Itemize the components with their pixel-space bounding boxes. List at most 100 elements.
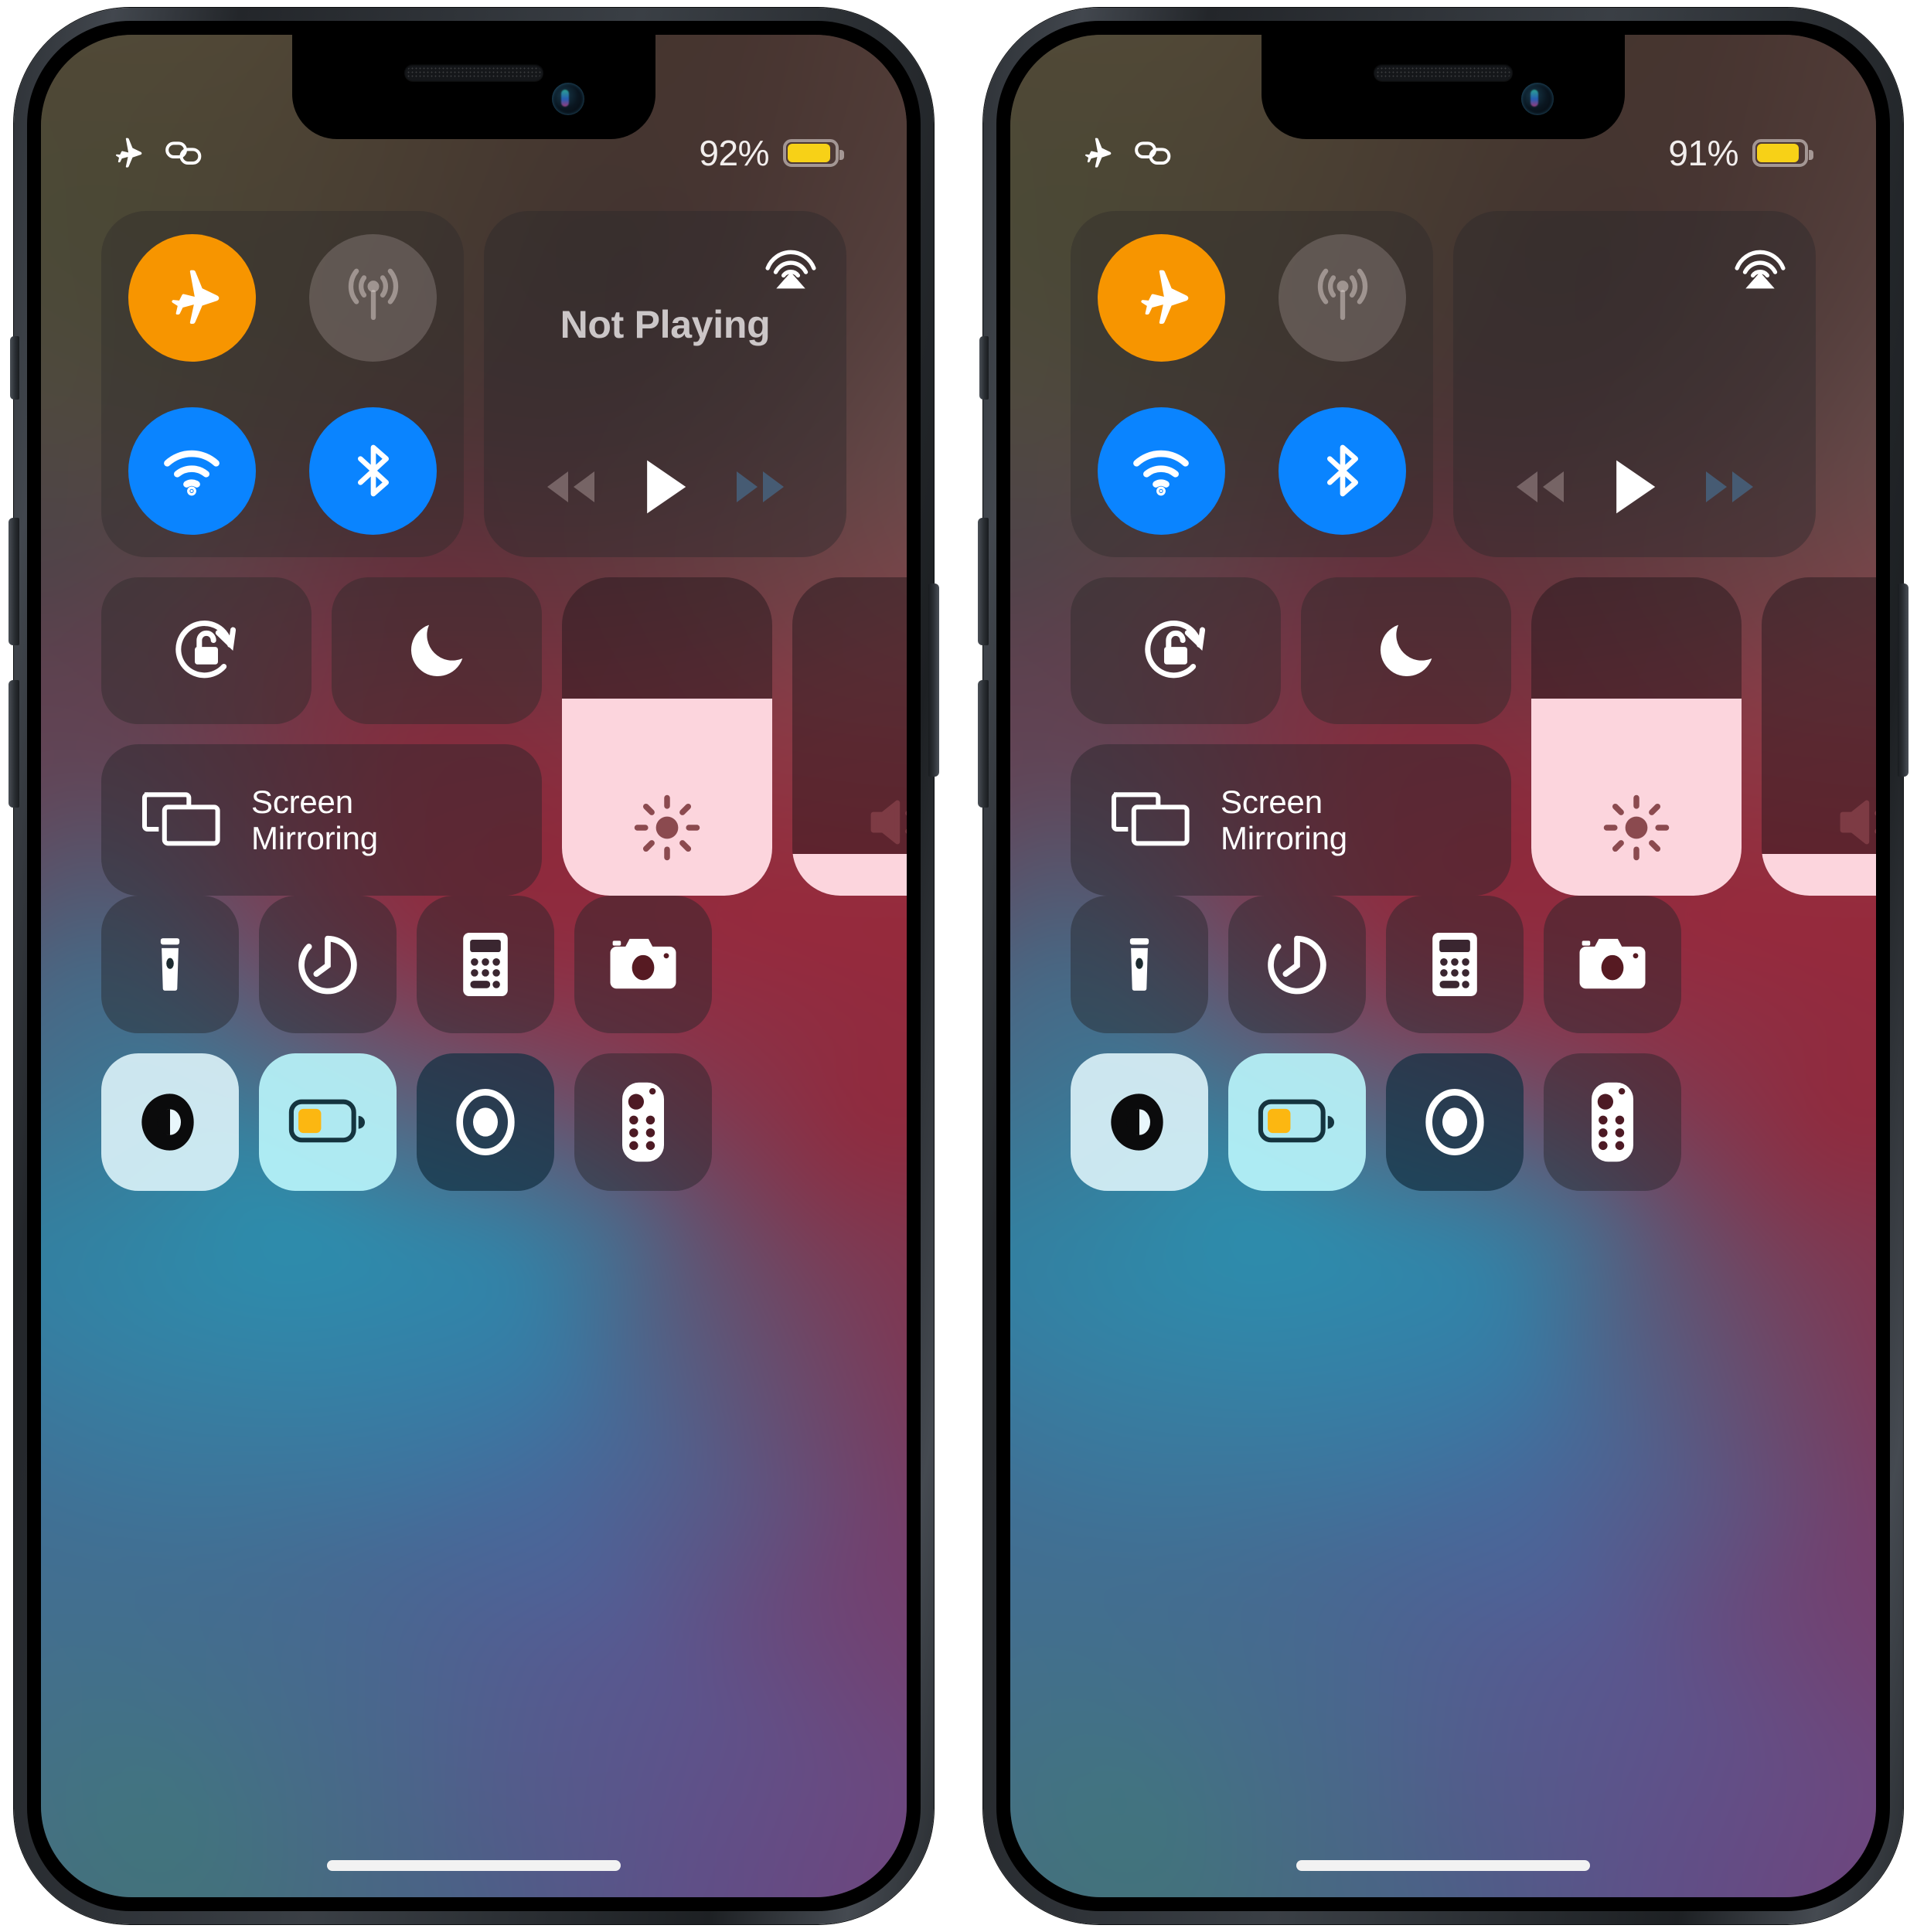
connectivity-module	[101, 211, 464, 557]
screen-mirroring-icon	[1108, 787, 1193, 853]
battery-fill	[1757, 144, 1799, 162]
side-power-button[interactable]	[928, 583, 939, 777]
control-center: Screen Mirroring	[1010, 211, 1876, 1211]
volume-slider-fill	[1762, 854, 1876, 896]
volume-down-button[interactable]	[9, 680, 19, 808]
airplay-audio-icon[interactable]	[761, 236, 820, 294]
transport-controls	[1453, 457, 1816, 517]
cc-row-controls-sliders: Screen Mirroring	[101, 577, 846, 896]
cellular-data-toggle[interactable]	[309, 234, 437, 362]
personal-hotspot-link-icon	[165, 135, 203, 171]
battery-percent-label: 91%	[1668, 132, 1738, 174]
screenshot-stage: 92% Not Playing Screen Mirroring 91% Scr…	[0, 0, 1917, 1932]
control-center: Not Playing Screen Mirroring	[41, 211, 907, 1211]
screen-mirroring-button[interactable]: Screen Mirroring	[1071, 744, 1511, 896]
timer-button[interactable]	[1228, 896, 1366, 1033]
timer-button[interactable]	[259, 896, 397, 1033]
notch	[292, 35, 655, 139]
status-bar-right: 91%	[1668, 132, 1808, 174]
connectivity-module	[1071, 211, 1433, 557]
volume-slider[interactable]	[1762, 577, 1876, 896]
screen-recording-button[interactable]	[1386, 1053, 1524, 1191]
dark-mode-button[interactable]	[1071, 1053, 1208, 1191]
bluetooth-toggle[interactable]	[309, 407, 437, 535]
cc-row-shortcuts	[1071, 1053, 1816, 1191]
rotation-lock-toggle[interactable]	[101, 577, 312, 724]
volume-up-button[interactable]	[9, 518, 19, 645]
battery-icon	[783, 139, 839, 167]
cc-row-shortcuts	[101, 1053, 846, 1191]
camera-button[interactable]	[1544, 896, 1681, 1033]
status-bar-left	[109, 135, 203, 171]
brightness-slider[interactable]	[1531, 577, 1742, 896]
slider-group	[1531, 577, 1876, 896]
phone-left: 92% Not Playing Screen Mirroring	[14, 8, 934, 1924]
phone-right: 91% Screen Mirroring	[983, 8, 1903, 1924]
rewind-icon[interactable]	[1511, 466, 1567, 508]
airplane-mode-toggle[interactable]	[1098, 234, 1225, 362]
battery-percent-label: 92%	[699, 132, 769, 174]
earpiece-speaker-icon	[1374, 64, 1513, 81]
personal-hotspot-link-icon	[1134, 135, 1173, 171]
calculator-button[interactable]	[1386, 896, 1524, 1033]
volume-slider[interactable]	[792, 577, 907, 896]
calculator-button[interactable]	[417, 896, 554, 1033]
volume-slider-fill	[792, 854, 907, 896]
camera-button[interactable]	[574, 896, 712, 1033]
low-power-mode-button[interactable]	[259, 1053, 397, 1191]
battery-fill	[788, 144, 830, 162]
low-power-mode-button[interactable]	[1228, 1053, 1366, 1191]
screen-mirroring-icon	[138, 787, 223, 853]
transport-controls	[484, 457, 846, 517]
cc-row-utilities	[1071, 896, 1816, 1033]
rotation-lock-toggle[interactable]	[1071, 577, 1281, 724]
rewind-icon[interactable]	[542, 466, 598, 508]
now-playing-module[interactable]: Not Playing	[484, 211, 846, 557]
left-control-stack: Screen Mirroring	[101, 577, 542, 896]
status-bar-right: 92%	[699, 132, 839, 174]
play-icon[interactable]	[1611, 457, 1659, 517]
wifi-toggle[interactable]	[1098, 407, 1225, 535]
mute-switch[interactable]	[10, 336, 19, 400]
play-icon[interactable]	[642, 457, 690, 517]
do-not-disturb-toggle[interactable]	[332, 577, 542, 724]
home-indicator[interactable]	[327, 1860, 621, 1871]
volume-down-button[interactable]	[978, 680, 989, 808]
phone-bezel: 91% Screen Mirroring	[996, 21, 1890, 1911]
battery-icon	[1752, 139, 1808, 167]
apple-tv-remote-button[interactable]	[1544, 1053, 1681, 1191]
brightness-slider[interactable]	[562, 577, 772, 896]
lock-dnd-row	[101, 577, 542, 724]
cellular-data-toggle[interactable]	[1279, 234, 1406, 362]
apple-tv-remote-button[interactable]	[574, 1053, 712, 1191]
side-power-button[interactable]	[1898, 583, 1908, 777]
airplane-icon	[1078, 135, 1114, 171]
bluetooth-toggle[interactable]	[1279, 407, 1406, 535]
status-bar-left	[1078, 135, 1173, 171]
do-not-disturb-toggle[interactable]	[1301, 577, 1511, 724]
flashlight-button[interactable]	[101, 896, 239, 1033]
screen-mirroring-button[interactable]: Screen Mirroring	[101, 744, 542, 896]
lock-dnd-row	[1071, 577, 1511, 724]
wifi-toggle[interactable]	[128, 407, 256, 535]
cc-row-utilities	[101, 896, 846, 1033]
volume-up-button[interactable]	[978, 518, 989, 645]
fast-forward-icon[interactable]	[734, 466, 789, 508]
phone-screen: 92% Not Playing Screen Mirroring	[41, 35, 907, 1897]
home-indicator[interactable]	[1296, 1860, 1590, 1871]
now-playing-module[interactable]	[1453, 211, 1816, 557]
earpiece-speaker-icon	[404, 64, 543, 81]
cc-row-connectivity-media	[1071, 211, 1816, 557]
mute-switch[interactable]	[979, 336, 989, 400]
flashlight-button[interactable]	[1071, 896, 1208, 1033]
screen-recording-button[interactable]	[417, 1053, 554, 1191]
airplay-audio-icon[interactable]	[1731, 236, 1789, 294]
notch	[1262, 35, 1625, 139]
slider-group	[562, 577, 907, 896]
fast-forward-icon[interactable]	[1703, 466, 1759, 508]
dark-mode-button[interactable]	[101, 1053, 239, 1191]
left-control-stack: Screen Mirroring	[1071, 577, 1511, 896]
screen-mirroring-label: Screen Mirroring	[251, 784, 378, 856]
brightness-sun-icon	[1531, 792, 1742, 863]
airplane-mode-toggle[interactable]	[128, 234, 256, 362]
